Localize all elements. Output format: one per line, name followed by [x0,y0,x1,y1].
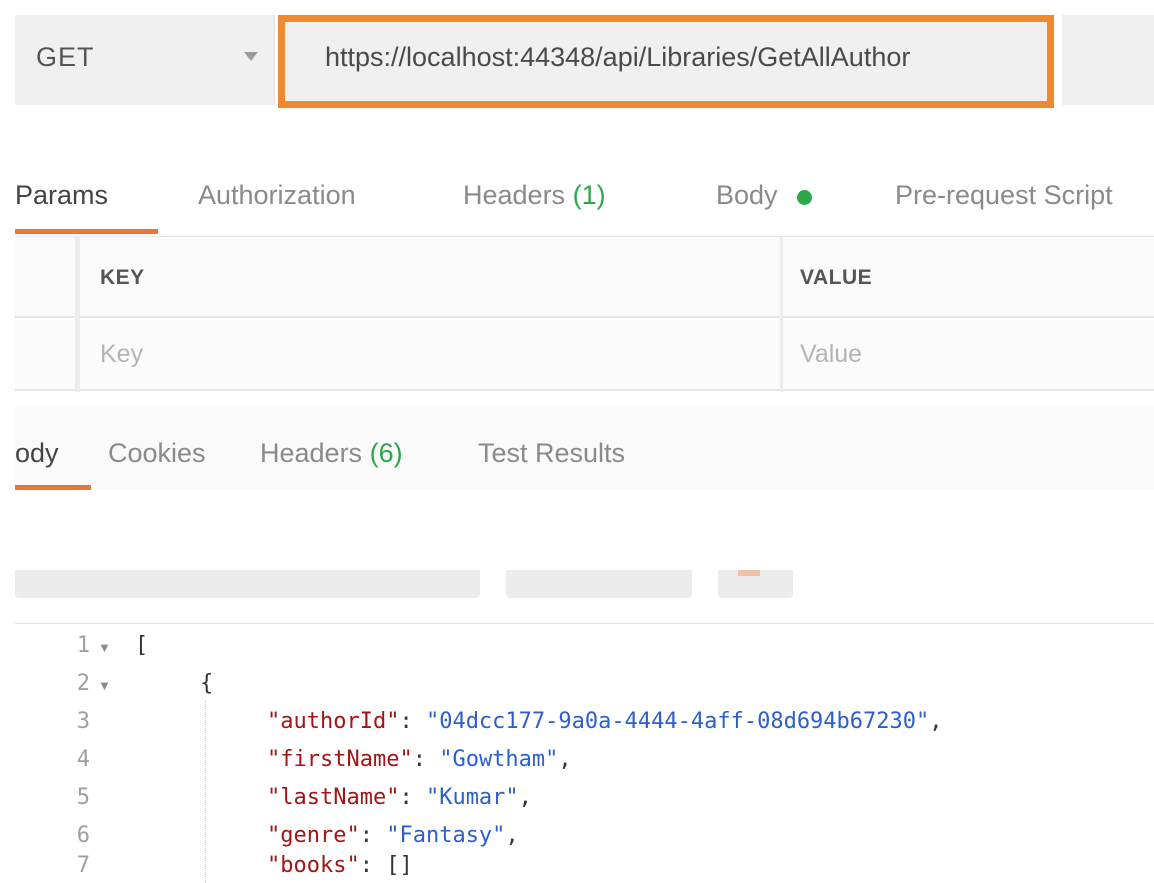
view-mode-toggle[interactable] [15,570,480,598]
table-divider [780,237,783,392]
params-table-header [15,237,1154,318]
json-value: [] [386,853,413,878]
tab-body[interactable]: Body [716,180,778,211]
json-value: "04dcc177-9a0a-4444-4aff-08d694b67230" [425,709,930,734]
tab-headers-label: Headers [463,180,566,210]
tab-authorization[interactable]: Authorization [198,180,356,211]
response-tab-test-results[interactable]: Test Results [478,438,625,469]
line-number: 1 [76,633,90,658]
active-tab-underline [15,485,91,490]
json-line: "lastName": "Kumar", [267,785,532,810]
chevron-down-icon[interactable] [244,52,258,61]
active-tab-underline [15,229,158,234]
json-line: "authorId": "04dcc177-9a0a-4444-4aff-08d… [267,709,943,734]
params-table-row [15,320,1154,391]
tab-prerequest-script[interactable]: Pre-request Script [895,180,1113,211]
json-key: "genre" [267,823,360,848]
json-value: "Gowtham" [439,747,559,772]
param-value-input[interactable]: Value [800,340,862,369]
fold-arrow-icon[interactable]: ▼ [98,640,111,655]
json-key: "lastName" [267,785,400,810]
json-line: "genre": "Fantasy", [267,823,519,848]
line-number: 6 [76,823,90,848]
line-number: 5 [76,785,90,810]
json-open-brace: { [200,671,214,696]
column-header-value: VALUE [800,266,873,289]
tab-params[interactable]: Params [15,180,108,211]
json-value: "Fantasy" [386,823,506,848]
url-text: https://localhost:44348/api/Libraries/Ge… [325,42,911,72]
dot-icon [797,190,812,205]
line-number: 2 [76,671,90,696]
json-key: "authorId" [267,709,400,734]
url-bar-extension [1062,15,1154,105]
headers-count-badge: (1) [572,180,606,210]
response-tab-headers[interactable]: Headers (6) [260,438,403,469]
indent-guide [205,700,206,883]
table-divider [75,237,80,392]
method-label: GET [36,42,95,72]
wrap-icon [738,570,760,576]
json-value: "Kumar" [425,785,519,810]
format-select[interactable] [506,570,692,598]
response-tab-headers-label: Headers [260,438,363,468]
response-tab-cookies[interactable]: Cookies [108,438,206,469]
divider [15,623,1154,624]
param-key-input[interactable]: Key [100,340,143,369]
line-number: 4 [76,747,90,772]
json-open-bracket: [ [135,633,149,658]
tab-headers[interactable]: Headers (1) [463,180,606,211]
fold-arrow-icon[interactable]: ▼ [98,678,111,693]
json-line: "firstName": "Gowtham", [267,747,572,772]
line-number: 7 [76,853,90,878]
line-number: 3 [76,709,90,734]
json-key: "books" [267,853,360,878]
column-header-key: KEY [100,266,145,289]
response-tab-body[interactable]: ody [15,438,59,469]
json-line: "books": [] [267,853,413,878]
json-key: "firstName" [267,747,413,772]
response-headers-count-badge: (6) [369,438,403,468]
